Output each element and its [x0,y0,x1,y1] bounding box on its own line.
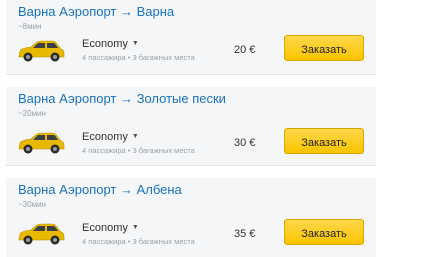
price-text: 20 € [234,44,256,56]
duration-text: ~20мин [18,109,46,118]
capacity-text: 4 пассажира • 3 багажных места [82,237,195,246]
order-button[interactable]: Заказать [284,219,364,245]
capacity-text: 4 пассажира • 3 багажных места [82,146,195,155]
duration-text: ~8мин [18,22,42,31]
order-button[interactable]: Заказать [284,128,364,154]
capacity-text: 4 пассажира • 3 багажных места [82,53,195,62]
car-icon [18,132,65,154]
car-class-select[interactable]: Economy ▼ [82,131,139,143]
car-icon [18,40,65,62]
transfer-card: Варна Аэропорт → Албена ~30мин Economy ▼ … [6,178,376,257]
car-class-select[interactable]: Economy ▼ [82,222,139,234]
transfer-card: Варна Аэропорт → Варна ~8мин Economy ▼ 4 … [6,0,376,75]
caret-down-icon: ▼ [131,224,139,231]
transfer-list: Варна Аэропорт → Варна ~8мин Economy ▼ 4 … [0,0,434,257]
car-class-label: Economy [82,38,128,50]
car-class-label: Economy [82,131,128,143]
car-class-select[interactable]: Economy ▼ [82,38,139,50]
route-title[interactable]: Варна Аэропорт → Варна [18,4,174,19]
car-class-label: Economy [82,222,128,234]
price-text: 35 € [234,228,256,240]
duration-text: ~30мин [18,200,46,209]
route-title[interactable]: Варна Аэропорт → Албена [18,182,182,197]
caret-down-icon: ▼ [131,133,139,140]
price-text: 30 € [234,137,256,149]
order-button[interactable]: Заказать [284,35,364,61]
caret-down-icon: ▼ [131,40,139,47]
transfer-card: Варна Аэропорт → Золотые пески ~20мин Ec… [6,87,376,166]
route-title[interactable]: Варна Аэропорт → Золотые пески [18,91,226,106]
car-icon [18,223,65,245]
